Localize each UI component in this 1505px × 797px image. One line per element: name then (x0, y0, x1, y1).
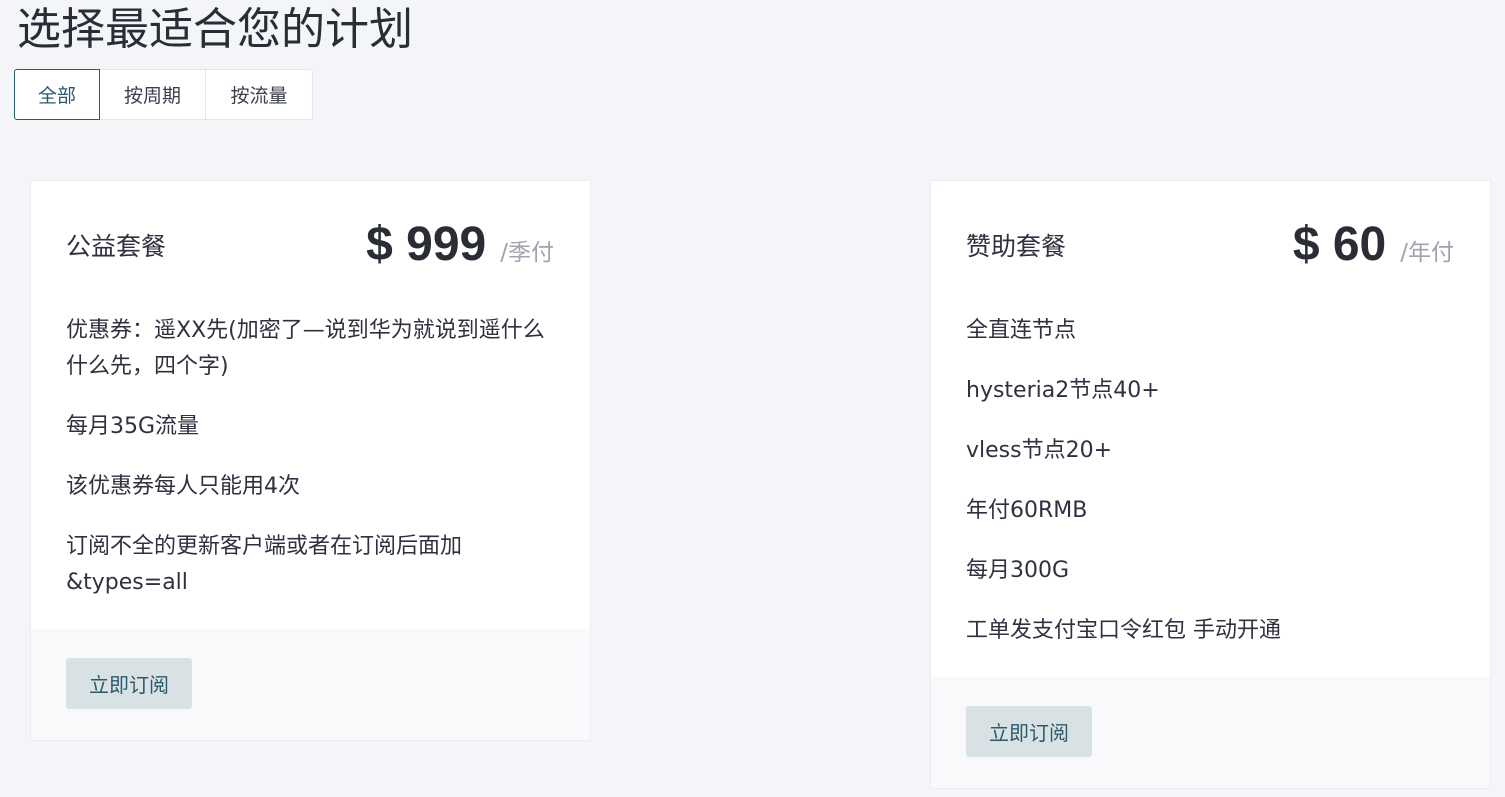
plan-feature-item: vless节点20+ (966, 438, 1113, 463)
plan-feature-item: 每月300G (966, 558, 1070, 583)
plan-feature-item: 每月35G流量 (66, 414, 200, 439)
filter-all-button[interactable]: 全部 (14, 69, 100, 120)
page-title: 选择最适合您的计划 (17, 4, 413, 55)
subscribe-button[interactable]: 立即订阅 (966, 706, 1092, 757)
plan-feature-item: 优惠券：遥XX先(加密了—说到华为就说到遥什么什么先，四个字) (66, 318, 545, 379)
plan-card-header: 公益套餐 $ 999 /季付 (66, 218, 554, 271)
plan-feature-item: 工单发支付宝口令红包 手动开通 (966, 618, 1281, 643)
plan-price-group: $ 999 /季付 (366, 217, 554, 272)
plan-feature-item: hysteria2节点40+ (966, 378, 1160, 403)
subscribe-button[interactable]: 立即订阅 (66, 658, 192, 709)
plan-price-group: $ 60 /年付 (1293, 217, 1454, 272)
plan-card-header: 赞助套餐 $ 60 /年付 (966, 218, 1454, 271)
plan-price: $ 60 (1292, 218, 1387, 271)
plan-card-public-welfare: 公益套餐 $ 999 /季付 优惠券：遥XX先(加密了—说到华为就说到遥什么什么… (30, 180, 591, 741)
plan-card-footer: 立即订阅 (931, 677, 1490, 788)
plan-period: /年付 (1400, 240, 1454, 266)
plan-feature-item: 全直连节点 (966, 318, 1077, 343)
plan-name: 赞助套餐 (966, 232, 1067, 261)
plan-feature-item: 该优惠券每人只能用4次 (66, 474, 300, 499)
plan-card-footer: 立即订阅 (31, 629, 590, 740)
plan-feature-item: 订阅不全的更新客户端或者在订阅后面加&types=all (66, 534, 463, 595)
plan-filter-group: 全部 按周期 按流量 (14, 69, 313, 120)
plan-name: 公益套餐 (66, 232, 167, 261)
filter-by-traffic-button[interactable]: 按流量 (205, 69, 313, 120)
plan-feature-list: 优惠券：遥XX先(加密了—说到华为就说到遥什么什么先，四个字) 每月35G流量 … (66, 313, 550, 625)
plan-feature-item: 年付60RMB (966, 498, 1088, 523)
filter-by-period-button[interactable]: 按周期 (99, 69, 206, 120)
plan-price: $ 999 (366, 218, 487, 271)
plan-period: /季付 (500, 240, 554, 266)
plan-card-sponsor: 赞助套餐 $ 60 /年付 全直连节点 hysteria2节点40+ vless… (930, 180, 1491, 789)
plan-feature-list: 全直连节点 hysteria2节点40+ vless节点20+ 年付60RMB … (966, 313, 1450, 673)
